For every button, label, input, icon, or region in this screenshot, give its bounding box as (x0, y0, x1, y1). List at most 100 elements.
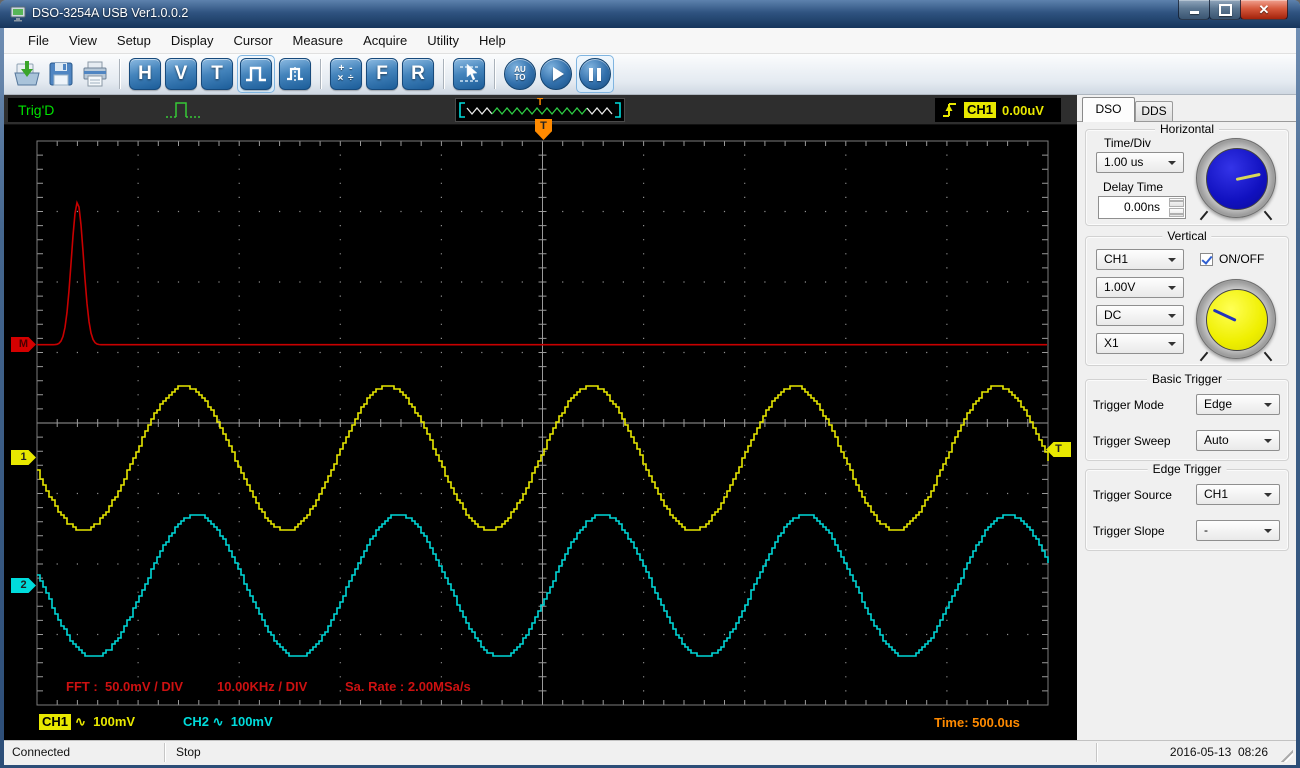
scope-display: M 1 2 T T FFT : 50.0mV / DIV 10.00KHz / … (4, 119, 1077, 740)
trigger-source-label: Trigger Source (1093, 488, 1172, 502)
vertical-group-title: Vertical (1162, 229, 1212, 243)
print-button[interactable] (80, 59, 110, 89)
trigger-level-value: 0.00uV (1002, 102, 1044, 118)
tab-dds[interactable]: DDS (1135, 101, 1173, 122)
time-label-box: Time: 500.0us (903, 710, 1051, 734)
trigger-sweep-label: Trigger Sweep (1093, 434, 1171, 448)
fft-scale-label: FFT : 50.0mV / DIV (66, 679, 184, 694)
delay-down-button[interactable] (1169, 208, 1184, 217)
channel-onoff-checkbox[interactable] (1200, 253, 1213, 266)
delay-time-label: Delay Time (1103, 180, 1164, 194)
open-file-button[interactable] (12, 59, 42, 89)
trigger-sweep-select[interactable]: Auto (1196, 430, 1280, 451)
resize-grip[interactable] (1281, 750, 1293, 762)
sample-rate-label: Sa. Rate : 2.00MSa/s (345, 679, 471, 694)
trigger-slope-select[interactable]: - (1196, 520, 1280, 541)
run-button[interactable] (540, 58, 572, 90)
pulse-width-button[interactable] (279, 58, 311, 90)
fft-button[interactable]: F (366, 58, 398, 90)
preview-right-bracket (615, 102, 621, 118)
ch1-badge: CH1 (39, 714, 72, 730)
delay-time-value: 0.00ns (1123, 200, 1161, 214)
pulse-button-selected[interactable] (237, 55, 275, 93)
ch2-scale-label: CH2 ∿ 100mV (183, 714, 273, 729)
horizontal-knob[interactable] (1196, 138, 1276, 221)
probe-select[interactable]: X1 (1096, 333, 1184, 354)
acquisition-pulse-icon (166, 102, 200, 118)
vertical-knob[interactable] (1196, 279, 1276, 362)
coupling-select[interactable]: DC (1096, 305, 1184, 326)
toolbar: H V T + - × ÷ F R AU TO (4, 54, 1296, 95)
time-div-select[interactable]: 1.00 us (1096, 152, 1184, 173)
preview-trigger-marker[interactable]: T (537, 97, 543, 108)
toolbar-separator (320, 59, 321, 89)
timebase-label: Time: 500.0us (934, 714, 1020, 730)
control-panel: DSO DDS Horizontal Time/Div 1.00 us Dela… (1077, 95, 1296, 740)
menu-display[interactable]: Display (161, 29, 224, 52)
maximize-button[interactable] (1209, 0, 1241, 20)
statusbar-separator (1096, 743, 1097, 762)
menu-view[interactable]: View (59, 29, 107, 52)
basic-trigger-group: Basic Trigger Trigger Mode Edge Trigger … (1085, 372, 1289, 461)
knob-tick (1263, 351, 1273, 362)
toolbar-separator (119, 59, 120, 89)
edge-trigger-group: Edge Trigger Trigger Source CH1 Trigger … (1085, 462, 1289, 551)
delay-time-input[interactable]: 0.00ns (1098, 196, 1186, 219)
horizontal-group-title: Horizontal (1154, 122, 1220, 136)
trigger-source-select[interactable]: CH1 (1196, 484, 1280, 505)
cursor-button[interactable] (453, 58, 485, 90)
trigger-info: CH1 0.00uV (935, 98, 1061, 122)
autoset-button[interactable]: AU TO (504, 58, 536, 90)
pulse-icon (240, 58, 272, 90)
close-button[interactable]: ✕ (1240, 0, 1288, 20)
menu-acquire[interactable]: Acquire (353, 29, 417, 52)
menu-measure[interactable]: Measure (283, 29, 354, 52)
status-bar: Connected Stop 2016-05-13 08:26 (4, 740, 1296, 765)
basic-trigger-title: Basic Trigger (1146, 372, 1228, 386)
trigger-mode-label: Trigger Mode (1093, 398, 1164, 412)
trigger-edge-icon (943, 103, 956, 117)
pulse-width-icon (279, 58, 311, 90)
toolbar-separator (494, 59, 495, 89)
minimize-button[interactable] (1178, 0, 1210, 20)
time-div-label: Time/Div (1104, 136, 1151, 150)
math-button[interactable]: + - × ÷ (330, 58, 362, 90)
cursor-icon (453, 58, 485, 90)
vertical-setup-button[interactable]: V (165, 58, 197, 90)
ref-button[interactable]: R (402, 58, 434, 90)
vertical-group: Vertical CH1 1.00V DC X1 ON/OFF (1085, 229, 1289, 366)
delay-up-button[interactable] (1169, 198, 1184, 207)
volt-scale-select[interactable]: 1.00V (1096, 277, 1184, 298)
tab-dso[interactable]: DSO (1082, 97, 1135, 122)
edge-trigger-title: Edge Trigger (1147, 462, 1227, 476)
title-bar[interactable]: DSO-3254A USB Ver1.0.0.2 ✕ (0, 0, 1300, 28)
window-title: DSO-3254A USB Ver1.0.0.2 (32, 6, 189, 20)
knob-tick (1199, 351, 1209, 362)
menu-utility[interactable]: Utility (417, 29, 469, 52)
pause-button-selected[interactable] (576, 55, 614, 93)
ch2-label-box[interactable]: CH2 ∿ 100mV (176, 710, 294, 734)
menu-setup[interactable]: Setup (107, 29, 161, 52)
channel-select[interactable]: CH1 (1096, 249, 1184, 270)
trigger-status: Trig'D (8, 98, 100, 122)
trigger-slope-label: Trigger Slope (1093, 524, 1165, 538)
ch1-label-box[interactable]: CH1 ∿ 100mV (35, 710, 172, 734)
pause-icon (579, 58, 611, 90)
trigger-mode-select[interactable]: Edge (1196, 394, 1280, 415)
maximize-icon (1218, 3, 1232, 16)
toolbar-separator (443, 59, 444, 89)
acquisition-status: Stop (176, 745, 201, 759)
horizontal-setup-button[interactable]: H (129, 58, 161, 90)
dso-panel-body: Horizontal Time/Div 1.00 us Delay Time 0… (1077, 121, 1296, 740)
connection-status: Connected (12, 745, 71, 759)
menu-cursor[interactable]: Cursor (224, 29, 283, 52)
save-button[interactable] (46, 59, 76, 89)
trigger-channel-badge: CH1 (964, 102, 997, 118)
trigger-setup-button[interactable]: T (201, 58, 233, 90)
menu-help[interactable]: Help (469, 29, 516, 52)
waveform-preview[interactable]: T (455, 97, 625, 122)
app-window: DSO-3254A USB Ver1.0.0.2 ✕ File View Set… (0, 0, 1300, 768)
onoff-label: ON/OFF (1219, 252, 1265, 266)
menu-file[interactable]: File (18, 29, 59, 52)
vertical-knob-face (1206, 289, 1268, 351)
